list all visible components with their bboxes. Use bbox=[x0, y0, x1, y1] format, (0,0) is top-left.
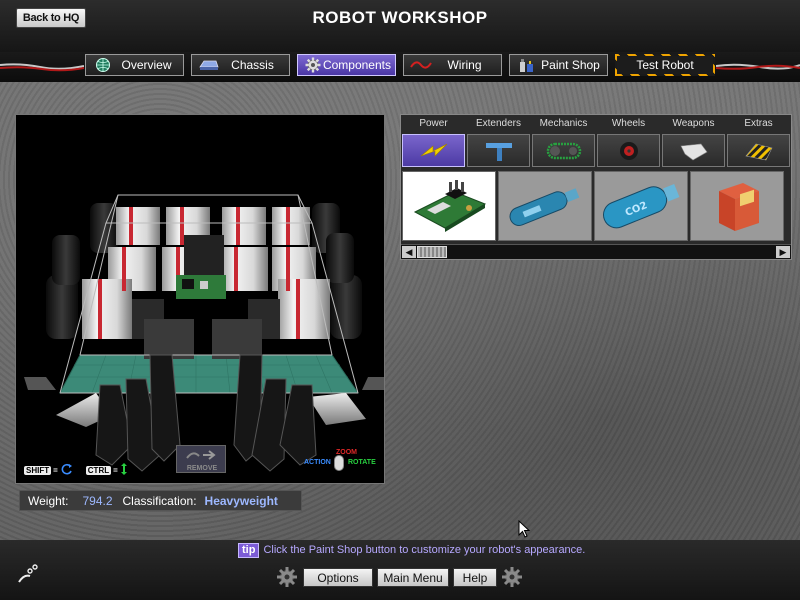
rotate-arrow-icon bbox=[60, 463, 74, 477]
item-circuit-board[interactable] bbox=[402, 171, 496, 241]
category-weapons[interactable]: Weapons bbox=[661, 117, 726, 167]
tip-text: Click the Paint Shop button to customize… bbox=[263, 544, 586, 556]
extender-icon bbox=[467, 134, 530, 167]
scroll-right-icon[interactable]: ▶ bbox=[776, 246, 790, 258]
options-button[interactable]: Options bbox=[303, 568, 373, 587]
robot-logo-icon bbox=[18, 564, 38, 583]
weight-label: Weight: bbox=[28, 493, 69, 508]
circuit-board-icon bbox=[413, 180, 487, 232]
shift-rotate-hint: SHIFT = CTRL = bbox=[24, 463, 128, 477]
gear-icon bbox=[277, 567, 297, 587]
component-picker: Power Extenders Mechanics Wheels Weapons… bbox=[400, 114, 792, 260]
robot-stats-bar: Weight: 794.2 Classification: Heavyweigh… bbox=[19, 490, 302, 511]
wire-icon bbox=[410, 57, 432, 73]
tab-components[interactable]: Components bbox=[297, 54, 396, 76]
mouse-cursor-icon bbox=[518, 520, 530, 538]
ctrl-key: CTRL bbox=[85, 465, 112, 475]
remove-arrow-icon bbox=[177, 446, 227, 464]
blue-tank-icon bbox=[509, 188, 580, 226]
wheel-icon bbox=[597, 134, 660, 167]
items-scrollbar[interactable]: ◀ ▶ bbox=[401, 244, 791, 259]
lightning-icon bbox=[402, 134, 465, 167]
header-bar: Back to HQ ROBOT WORKSHOP bbox=[0, 0, 800, 52]
tip-bar: tip Click the Paint Shop button to custo… bbox=[238, 542, 585, 558]
robot-3d-viewport[interactable]: SHIFT = CTRL = REMOVE ZOOM ACTION ROTATE bbox=[15, 114, 385, 484]
paint-icon bbox=[516, 57, 538, 73]
classification-label: Classification: bbox=[122, 493, 197, 508]
category-mechanics[interactable]: Mechanics bbox=[531, 117, 596, 167]
help-button[interactable]: Help bbox=[453, 568, 497, 587]
classification-value: Heavyweight bbox=[204, 493, 278, 508]
tab-chassis[interactable]: Chassis bbox=[191, 54, 290, 76]
category-power[interactable]: Power bbox=[401, 117, 466, 167]
remove-button[interactable]: REMOVE bbox=[176, 445, 226, 473]
battery-box-icon bbox=[719, 183, 759, 231]
globe-icon bbox=[92, 57, 114, 73]
cable-decoration-left bbox=[0, 63, 84, 72]
page-title: ROBOT WORKSHOP bbox=[312, 8, 488, 27]
tab-wiring[interactable]: Wiring bbox=[403, 54, 502, 76]
tab-paint-shop[interactable]: Paint Shop bbox=[509, 54, 608, 76]
blade-icon bbox=[662, 134, 725, 167]
scroll-left-icon[interactable]: ◀ bbox=[402, 246, 416, 258]
tab-overview[interactable]: Overview bbox=[85, 54, 184, 76]
shift-key: SHIFT bbox=[24, 465, 52, 475]
chassis-icon bbox=[198, 57, 220, 73]
weight-value: 794.2 bbox=[82, 493, 113, 508]
cable-decoration-right bbox=[716, 63, 800, 70]
robot-model bbox=[24, 194, 384, 472]
category-extenders[interactable]: Extenders bbox=[466, 117, 531, 167]
chain-icon bbox=[532, 134, 595, 167]
tab-bar: Overview Chassis Components Wiring Paint… bbox=[0, 52, 800, 82]
co2-tank-icon: CO2 bbox=[603, 183, 680, 229]
item-blue-tank[interactable] bbox=[498, 171, 592, 241]
tab-test-robot[interactable]: Test Robot bbox=[615, 54, 715, 76]
gear-icon bbox=[304, 57, 323, 73]
gear-icon bbox=[502, 567, 522, 587]
vertical-arrow-icon bbox=[120, 463, 128, 477]
mouse-icon bbox=[334, 455, 344, 471]
category-extras[interactable]: Extras bbox=[726, 117, 791, 167]
main-menu-button[interactable]: Main Menu bbox=[377, 568, 449, 587]
plow-icon bbox=[727, 134, 790, 167]
tip-badge: tip bbox=[238, 542, 260, 558]
category-wheels[interactable]: Wheels bbox=[596, 117, 661, 167]
item-co2-tank[interactable]: CO2 bbox=[594, 171, 688, 241]
rotate-label: ROTATE bbox=[348, 459, 376, 466]
item-battery-box[interactable] bbox=[690, 171, 784, 241]
scroll-thumb[interactable] bbox=[417, 246, 447, 258]
action-label: ACTION bbox=[304, 459, 331, 466]
